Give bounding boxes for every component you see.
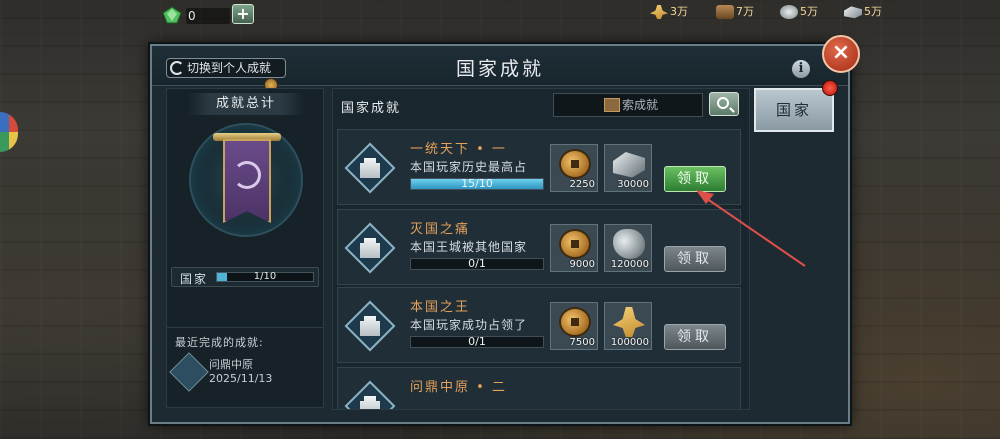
annotation-arrow [696,190,806,267]
arrow-shaft [699,193,806,267]
